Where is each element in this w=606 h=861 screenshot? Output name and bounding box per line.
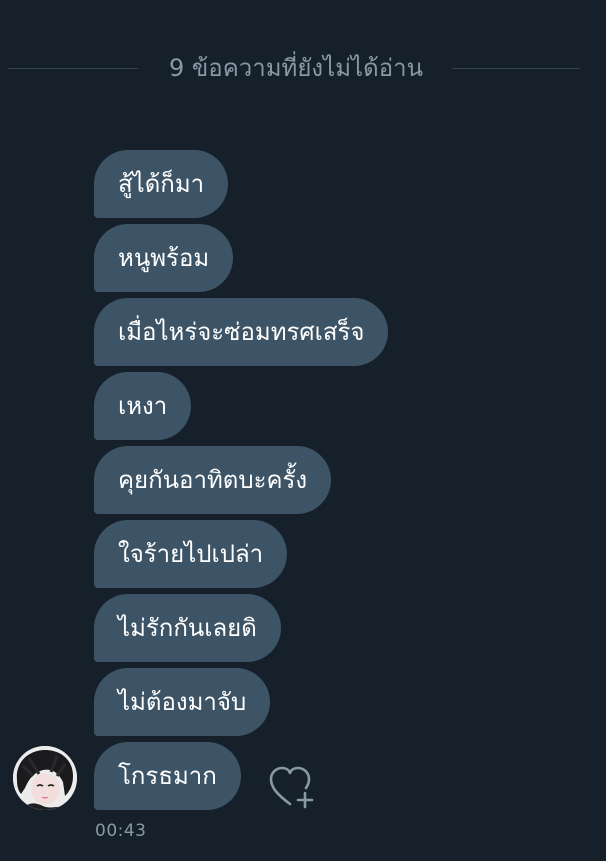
unread-messages-divider: 9 ข้อความที่ยังไม่ได้อ่าน [0, 48, 606, 88]
message-bubble[interactable]: เมื่อไหร่จะซ่อมทรศเสร็จ [94, 298, 389, 366]
message-bubble[interactable]: เหงา [94, 372, 192, 440]
message-bubble[interactable]: สู้ได้ก็มา [94, 150, 229, 218]
message-bubble[interactable]: หนูพร้อม [94, 224, 234, 292]
message-timestamp: 00:43 [95, 821, 147, 841]
message-bubble[interactable]: โกรธมาก [94, 742, 241, 810]
divider-line-right [452, 68, 580, 69]
message-bubble[interactable]: คุยกันอาทิตบะครั้ง [94, 446, 332, 514]
message-bubble[interactable]: ใจร้ายไปเปล่า [94, 520, 288, 588]
message-bubble[interactable]: ไม่ต้องมาจับ [94, 668, 271, 736]
heart-plus-icon[interactable] [268, 764, 318, 810]
avatar-image [13, 746, 77, 810]
message-bubble[interactable]: ไม่รักกันเลยดิ [94, 594, 281, 662]
sender-avatar[interactable] [13, 746, 77, 810]
unread-count-label: 9 ข้อความที่ยังไม่ได้อ่าน [169, 54, 423, 82]
message-group: สู้ได้ก็มา หนูพร้อม เมื่อไหร่จะซ่อมทรศเส… [94, 150, 389, 810]
heart-plus-icon-graphic [269, 766, 314, 809]
divider-line-left [8, 68, 138, 69]
